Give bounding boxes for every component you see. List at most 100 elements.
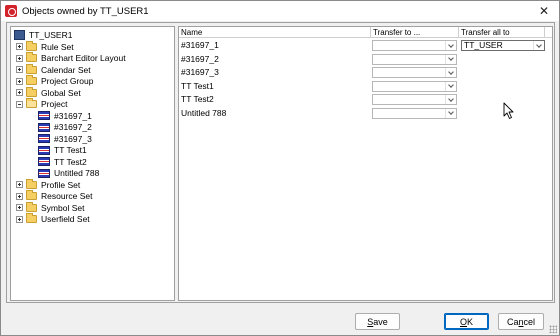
expand-icon[interactable] [16,43,23,50]
row-name-cell[interactable]: #31697_1 [179,39,219,52]
expand-icon[interactable] [16,66,23,73]
chevron-down-icon[interactable] [533,41,544,50]
expand-icon[interactable] [16,54,23,62]
expand-icon[interactable] [16,89,23,96]
row-name-cell[interactable]: TT Test1 [179,80,214,93]
folder-icon [26,40,37,51]
tree-item-label: #31697_2 [54,122,92,132]
collapse-icon[interactable] [16,100,23,108]
tree-item-project-child[interactable]: TT Test1 [38,145,87,156]
ok-button-accelerator: O [459,316,467,327]
tree-item-label: #31697_1 [54,110,92,121]
transfer-grid: Name Transfer to ... Transfer all to #31… [178,26,553,301]
tree-item-label: Rule Set [41,41,74,52]
project-icon [38,145,50,155]
tree-item-label: Barchart Editor Layout [41,53,126,63]
project-icon [38,122,50,132]
tree-root-label: TT_USER1 [29,29,73,40]
transfer-all-to-value: TT_USER [464,40,503,50]
transfer-to-dropdown[interactable] [372,40,457,51]
tree-item-label: Project Group [41,76,94,86]
row-name-cell[interactable]: TT Test2 [179,93,214,106]
tree-item-project[interactable]: Project [16,98,68,110]
cancel-button[interactable]: Ca n cel [498,313,544,330]
row-name-cell[interactable]: #31697_3 [179,66,219,79]
app-logo-icon [5,5,17,17]
transfer-to-dropdown[interactable] [372,80,457,92]
folder-icon [26,178,37,189]
expand-icon[interactable] [16,215,23,223]
column-header-transfer-all-to[interactable]: Transfer all to [459,27,545,38]
project-icon [38,157,50,166]
project-icon [38,111,50,120]
save-button[interactable]: Save [355,313,400,330]
expand-icon[interactable] [16,192,23,200]
close-button[interactable]: ✕ [529,1,559,21]
folder-icon [26,52,37,62]
folder-icon [26,190,37,200]
transfer-to-dropdown[interactable] [372,94,457,105]
transfer-to-dropdown[interactable] [372,53,457,65]
chevron-down-icon[interactable] [445,41,456,50]
folder-icon [26,86,37,97]
dialog-body: TT_USER1 Rule Set Barchart Editor Layout… [6,22,555,303]
tree-item-global-set[interactable]: Global Set [16,86,81,98]
ok-button-label: K [467,316,474,327]
folder-icon [26,213,37,223]
tree-item-calendar-set[interactable]: Calendar Set [16,63,91,75]
project-icon [38,168,50,178]
column-header-transfer-to[interactable]: Transfer to ... [371,27,459,38]
window-title: Objects owned by TT_USER1 [22,5,149,17]
tree-item-project-child[interactable]: #31697_3 [38,133,92,144]
resize-grip-icon[interactable] [549,325,557,333]
tree-item-label: Symbol Set [41,202,85,213]
user-root-icon [14,29,25,40]
project-icon [38,134,50,143]
mouse-pointer-icon [503,102,514,119]
tree-item-label: Calendar Set [41,64,91,75]
row-name-cell[interactable]: #31697_2 [179,53,219,66]
tree-item-rule-set[interactable]: Rule Set [16,40,74,52]
ok-button[interactable]: OK [444,313,489,330]
tree-item-label: TT Test2 [54,156,87,167]
tree-item-label: Profile Set [41,179,81,190]
cancel-button-label-end: cel [523,316,536,327]
object-tree[interactable]: TT_USER1 Rule Set Barchart Editor Layout… [10,26,175,301]
expand-icon[interactable] [16,181,23,188]
tree-item-project-group[interactable]: Project Group [16,75,94,87]
tree-item-label: TT Test1 [54,145,87,155]
tree-item-userfield-set[interactable]: Userfield Set [16,213,90,225]
tree-root[interactable]: TT_USER1 [14,29,72,40]
save-button-label: ave [373,316,388,327]
tree-item-label: #31697_3 [54,133,92,144]
folder-icon [26,75,37,85]
chevron-down-icon[interactable] [445,95,456,104]
transfer-to-dropdown[interactable] [372,107,457,119]
tree-item-profile-set[interactable]: Profile Set [16,178,81,190]
expand-icon[interactable] [16,204,23,211]
title-bar: Objects owned by TT_USER1 ✕ [1,1,559,21]
tree-item-label: Global Set [41,87,81,98]
tree-item-label: Project [41,99,68,109]
column-header-name[interactable]: Name [179,27,371,38]
tree-item-barchart-editor-layout[interactable]: Barchart Editor Layout [16,52,126,64]
tree-item-project-child[interactable]: TT Test2 [38,156,87,167]
transfer-to-dropdown[interactable] [372,67,457,78]
chevron-down-icon[interactable] [445,108,456,118]
tree-item-project-child[interactable]: #31697_2 [38,122,92,133]
tree-item-project-child[interactable]: #31697_1 [38,110,92,121]
tree-item-label: Resource Set [41,191,93,201]
chevron-down-icon[interactable] [445,54,456,64]
transfer-all-to-dropdown[interactable]: TT_USER [461,40,545,51]
chevron-down-icon[interactable] [445,68,456,77]
expand-icon[interactable] [16,77,23,85]
cancel-button-label-start: Ca [506,316,519,327]
grid-header: Name Transfer to ... Transfer all to [179,27,552,38]
tree-item-project-child[interactable]: Untitled 788 [38,168,99,179]
row-name-cell[interactable]: Untitled 788 [179,107,226,120]
tree-item-symbol-set[interactable]: Symbol Set [16,201,85,213]
open-folder-icon [26,98,37,108]
tree-item-label: Untitled 788 [54,168,100,178]
chevron-down-icon[interactable] [445,81,456,91]
tree-item-resource-set[interactable]: Resource Set [16,190,93,202]
